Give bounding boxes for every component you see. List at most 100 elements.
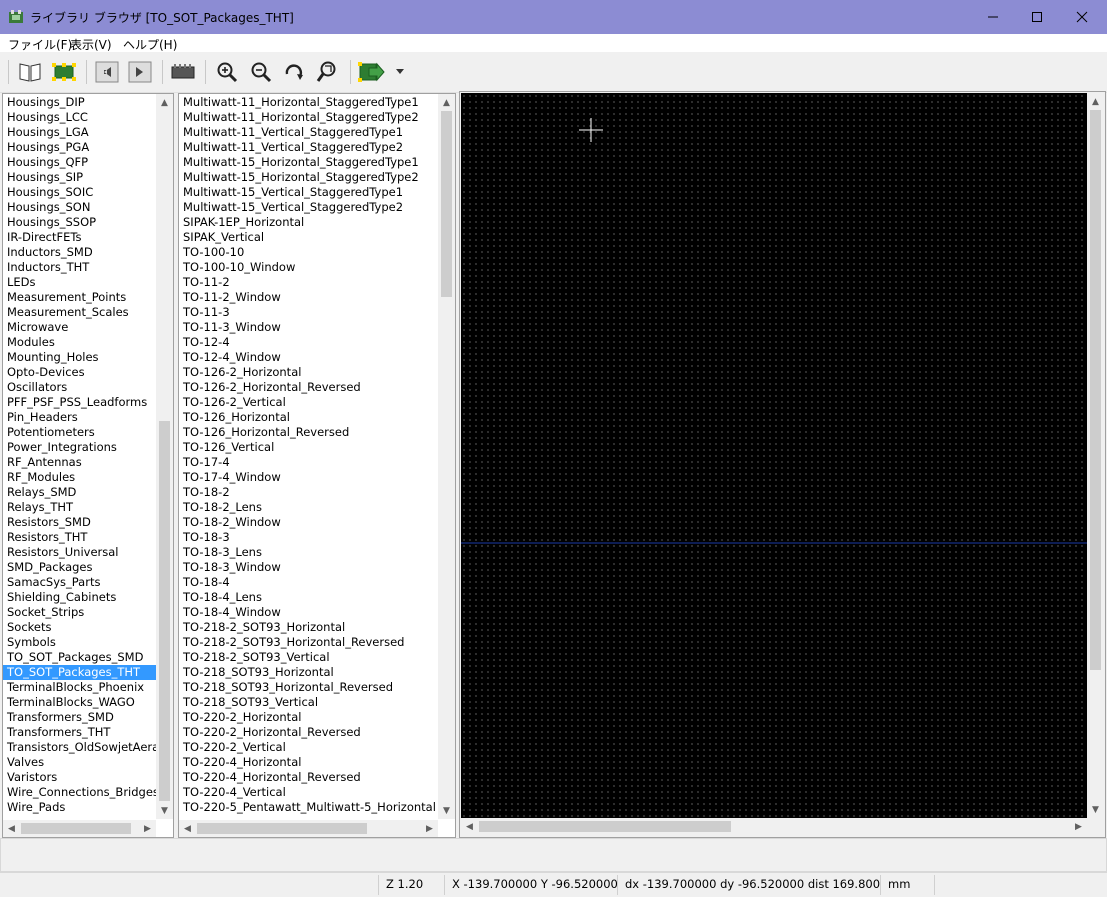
library-list-vscroll-thumb[interactable]	[159, 421, 170, 801]
minimize-button[interactable]	[970, 0, 1016, 34]
library-list-item[interactable]: Microwave	[3, 320, 156, 335]
scroll-up-arrow[interactable]: ▲	[156, 94, 173, 111]
library-list-item[interactable]: Housings_DIP	[3, 95, 156, 110]
footprint-list-item[interactable]: TO-218_SOT93_Vertical	[179, 695, 438, 710]
canvas-vscroll-thumb[interactable]	[1090, 110, 1101, 670]
footprint-list-item[interactable]: TO-18-3_Lens	[179, 545, 438, 560]
footprint-list-item[interactable]: Multiwatt-15_Horizontal_StaggeredType1	[179, 155, 438, 170]
footprint-list-item[interactable]: TO-11-3_Window	[179, 320, 438, 335]
library-list-item[interactable]: Inductors_THT	[3, 260, 156, 275]
library-list-vscrollbar[interactable]: ▲ ▼	[156, 94, 173, 819]
library-list-item[interactable]: Resistors_Universal	[3, 545, 156, 560]
footprint-list-item[interactable]: Multiwatt-11_Horizontal_StaggeredType1	[179, 95, 438, 110]
footprint-list-item[interactable]: TO-12-4_Window	[179, 350, 438, 365]
library-list-item[interactable]: Wire_Connections_Bridges	[3, 785, 159, 800]
library-list-item[interactable]: Measurement_Points	[3, 290, 156, 305]
footprint-list-hscrollbar[interactable]: ◀ ▶	[179, 820, 438, 837]
footprint-list-item[interactable]: TO-100-10_Window	[179, 260, 438, 275]
footprint-list-item[interactable]: TO-220-4_Horizontal_Reversed	[179, 770, 438, 785]
footprint-list-item[interactable]: TO-126-2_Vertical	[179, 395, 438, 410]
scroll-down-arrow[interactable]: ▼	[1087, 801, 1104, 818]
footprint-list-item[interactable]: TO-218_SOT93_Horizontal	[179, 665, 438, 680]
footprint-list-vscroll-thumb[interactable]	[441, 111, 452, 297]
footprint-list-item[interactable]: TO-220-2_Horizontal_Reversed	[179, 725, 438, 740]
scroll-left-arrow[interactable]: ◀	[461, 818, 478, 835]
previous-footprint-button[interactable]	[93, 58, 121, 86]
footprint-list-item[interactable]: TO-18-4	[179, 575, 438, 590]
footprint-list-item[interactable]: TO-126_Vertical	[179, 440, 438, 455]
library-list-item[interactable]: Oscillators	[3, 380, 156, 395]
select-footprint-button[interactable]	[50, 58, 78, 86]
library-list-item[interactable]: Housings_LCC	[3, 110, 156, 125]
library-list-item[interactable]: Opto-Devices	[3, 365, 156, 380]
library-list-item[interactable]: Socket_Strips	[3, 605, 156, 620]
close-button[interactable]	[1059, 0, 1105, 34]
menu-file[interactable]: ファイル(F)	[8, 36, 72, 53]
library-list-item[interactable]: Housings_SIP	[3, 170, 156, 185]
footprint-list-item[interactable]: TO-218-2_SOT93_Vertical	[179, 650, 438, 665]
footprint-list-item[interactable]: TO-12-4	[179, 335, 438, 350]
library-list-item[interactable]: Symbols	[3, 635, 156, 650]
scroll-up-arrow[interactable]: ▲	[1087, 93, 1104, 110]
footprint-list-item[interactable]: TO-18-4_Lens	[179, 590, 438, 605]
library-list-item[interactable]: SamacSys_Parts	[3, 575, 156, 590]
library-list-item[interactable]: Resistors_THT	[3, 530, 156, 545]
menu-view[interactable]: 表示(V)	[70, 36, 112, 53]
footprint-list-item[interactable]: Multiwatt-11_Horizontal_StaggeredType2	[179, 110, 438, 125]
menu-help[interactable]: ヘルプ(H)	[123, 36, 177, 53]
library-list-item[interactable]: Resistors_SMD	[3, 515, 156, 530]
footprint-list-item[interactable]: SIPAK-1EP_Horizontal	[179, 215, 438, 230]
library-list-item[interactable]: Housings_SOIC	[3, 185, 156, 200]
insert-options-dropdown[interactable]	[392, 58, 408, 86]
footprint-list-item[interactable]: Multiwatt-11_Vertical_StaggeredType2	[179, 140, 438, 155]
library-list-hscrollbar[interactable]: ◀ ▶	[3, 820, 156, 837]
footprint-list-item[interactable]: SIPAK_Vertical	[179, 230, 438, 245]
library-list-item[interactable]: Wire_Pads	[3, 800, 156, 815]
footprint-list-item[interactable]: TO-220-4_Horizontal	[179, 755, 438, 770]
library-list-item[interactable]: Housings_SON	[3, 200, 156, 215]
footprint-list-item[interactable]: TO-126_Horizontal_Reversed	[179, 425, 438, 440]
library-list-item[interactable]: Housings_LGA	[3, 125, 156, 140]
library-list-item[interactable]: Measurement_Scales	[3, 305, 156, 320]
library-list-item[interactable]: TerminalBlocks_WAGO	[3, 695, 156, 710]
footprint-list-item[interactable]: TO-220-4_Vertical	[179, 785, 438, 800]
insert-footprint-button[interactable]	[357, 58, 385, 86]
scroll-up-arrow[interactable]: ▲	[438, 94, 455, 111]
canvas-vscrollbar[interactable]: ▲ ▼	[1087, 93, 1104, 818]
footprint-list-item[interactable]: TO-220-2_Vertical	[179, 740, 438, 755]
library-list-item[interactable]: Transformers_SMD	[3, 710, 156, 725]
select-library-button[interactable]	[16, 58, 44, 86]
footprint-list-item[interactable]: TO-11-2	[179, 275, 438, 290]
footprint-list-item[interactable]: TO-18-4_Window	[179, 605, 438, 620]
footprint-list-item[interactable]: TO-220-5_Pentawatt_Multiwatt-5_Horizonta…	[179, 800, 438, 815]
library-list-item[interactable]: Mounting_Holes	[3, 350, 156, 365]
library-list-item[interactable]: Housings_PGA	[3, 140, 156, 155]
library-list-item[interactable]: Transistors_OldSowjetAera	[3, 740, 159, 755]
library-list-item[interactable]: LEDs	[3, 275, 156, 290]
canvas-hscroll-thumb[interactable]	[479, 821, 731, 832]
footprint-list-item[interactable]: TO-220-2_Horizontal	[179, 710, 438, 725]
footprint-list-item[interactable]: TO-100-10	[179, 245, 438, 260]
library-list-item[interactable]: Valves	[3, 755, 156, 770]
footprint-list-item[interactable]: TO-11-2_Window	[179, 290, 438, 305]
footprint-list-vscrollbar[interactable]: ▲ ▼	[438, 94, 455, 819]
redraw-button[interactable]	[280, 58, 308, 86]
zoom-out-button[interactable]	[247, 58, 275, 86]
footprint-list-item[interactable]: Multiwatt-15_Vertical_StaggeredType2	[179, 200, 438, 215]
canvas-hscrollbar[interactable]: ◀ ▶	[461, 818, 1087, 835]
library-list-item[interactable]: Relays_THT	[3, 500, 156, 515]
library-list-item[interactable]: Housings_SSOP	[3, 215, 156, 230]
footprint-list-item[interactable]: TO-218-2_SOT93_Horizontal_Reversed	[179, 635, 438, 650]
library-list-item[interactable]: Shielding_Cabinets	[3, 590, 156, 605]
library-list-item[interactable]: Transformers_THT	[3, 725, 156, 740]
library-list-item[interactable]: Potentiometers	[3, 425, 156, 440]
footprint-list-item[interactable]: TO-11-3	[179, 305, 438, 320]
footprint-list-item[interactable]: TO-17-4_Window	[179, 470, 438, 485]
zoom-fit-button[interactable]	[313, 58, 341, 86]
scroll-left-arrow[interactable]: ◀	[179, 820, 196, 837]
scroll-right-arrow[interactable]: ▶	[139, 820, 156, 837]
maximize-button[interactable]	[1014, 0, 1060, 34]
footprint-list-item[interactable]: TO-126_Horizontal	[179, 410, 438, 425]
scroll-down-arrow[interactable]: ▼	[438, 802, 455, 819]
library-list-item[interactable]: Modules	[3, 335, 156, 350]
